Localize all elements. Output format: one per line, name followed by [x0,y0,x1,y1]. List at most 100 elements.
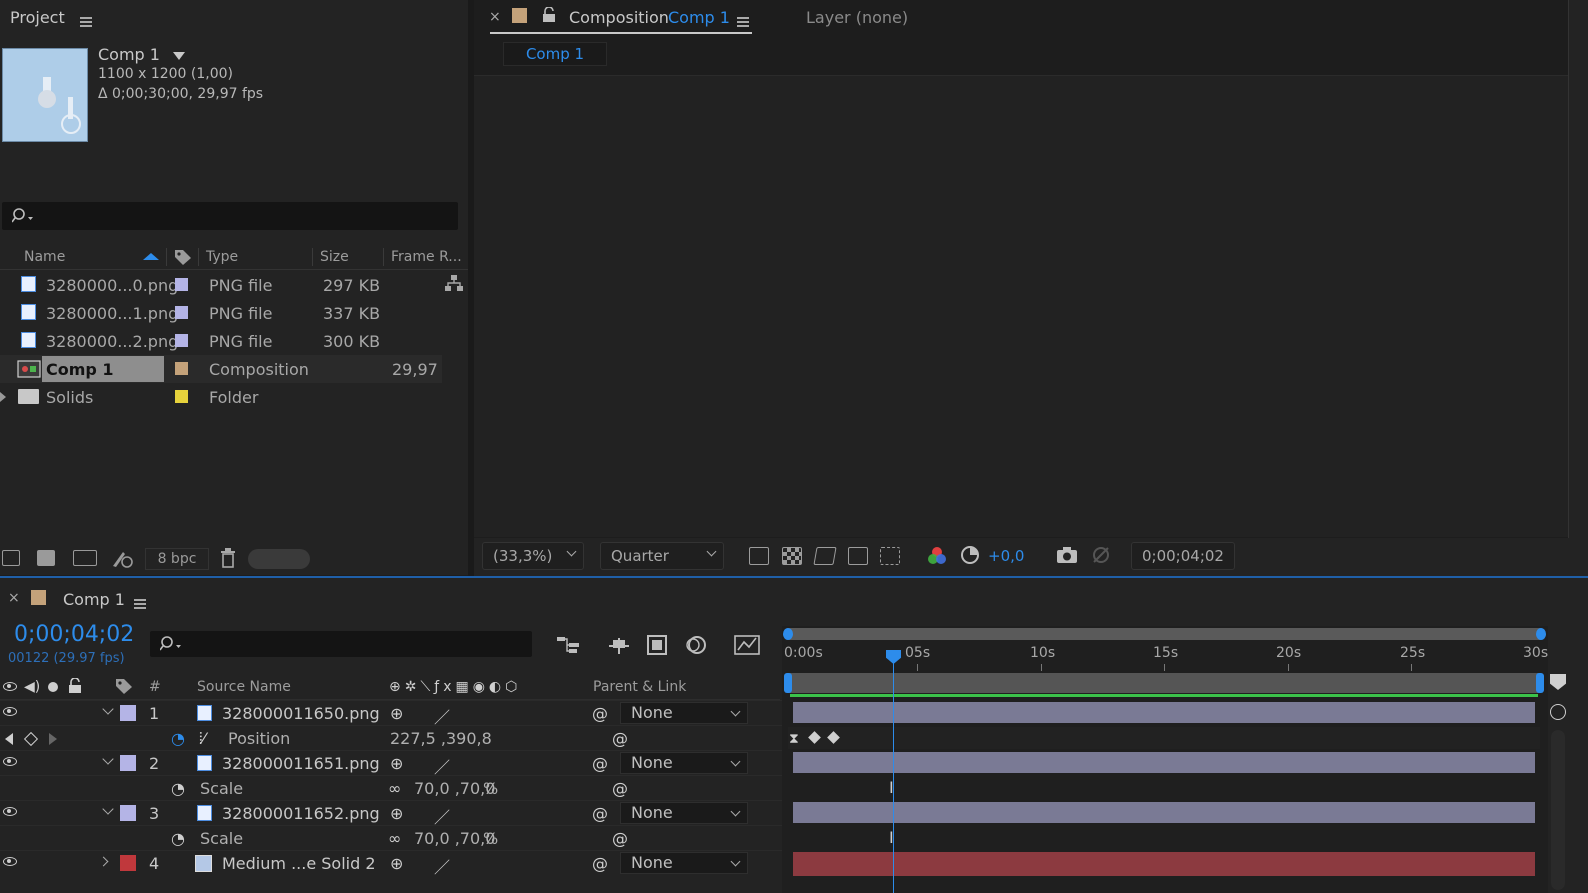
column-separator[interactable] [198,248,199,266]
snapshot-camera-icon[interactable] [1056,546,1078,564]
layer-duration-bar[interactable] [793,752,1535,773]
column-parent-link[interactable]: Parent & Link [593,679,686,695]
label-tag-icon[interactable] [173,248,193,266]
collapse-arrow-icon[interactable] [102,703,114,715]
close-icon[interactable]: × [8,590,20,606]
visibility-eye-icon[interactable] [3,807,17,816]
comp-breadcrumb[interactable]: Comp 1 [503,42,607,66]
navigator-end-handle[interactable] [1536,628,1546,640]
flowchart-icon[interactable] [445,274,463,294]
project-item-row-selected[interactable]: Comp 1 Composition 29,97 [0,355,442,383]
label-color-swatch[interactable] [175,362,188,375]
label-color-swatch[interactable] [175,306,188,319]
visibility-eye-icon[interactable] [3,707,17,716]
vertical-scrollbar[interactable] [1551,730,1565,890]
quality-switch-icon[interactable]: ／ [434,854,450,878]
layer-row[interactable]: 2 328000011651.png ⊕ ／ @ None [0,750,782,777]
region-of-interest-icon[interactable] [848,547,868,565]
column-separator[interactable] [166,248,167,266]
pickwhip-icon[interactable]: @ [592,704,608,723]
parent-dropdown[interactable]: None [620,702,748,724]
pickwhip-icon[interactable]: @ [592,754,608,773]
comp-marker-bin-icon[interactable] [1550,674,1566,690]
fast-previews-icon[interactable] [749,547,769,565]
motion-blur-icon[interactable] [684,634,708,656]
layer-name[interactable]: Medium ...e Solid 2 [222,854,376,873]
constrain-proportions-icon[interactable]: ∞ [388,779,401,798]
layer-label-color[interactable] [120,755,136,771]
shy-switch-icon[interactable]: ⊕ [390,804,403,823]
comp-info-dropdown-icon[interactable] [172,52,185,60]
column-size[interactable]: Size [320,249,349,265]
viewer-tab-label[interactable]: Composition [569,8,669,27]
layer-duration-bar[interactable] [793,802,1535,823]
mask-visibility-icon[interactable] [813,547,837,565]
project-menu-icon[interactable] [80,17,92,27]
parent-dropdown[interactable]: None [620,752,748,774]
viewer-tab-comp[interactable]: Comp 1 [668,8,730,27]
project-item-row[interactable]: 3280000...0.png PNG file 297 KB [0,271,442,299]
new-folder-icon[interactable] [37,550,55,566]
lock-icon[interactable] [68,678,82,694]
layer-row[interactable]: 1 328000011650.png ⊕ ／ @ None [0,700,782,727]
layer-duration-bar[interactable] [793,702,1535,723]
project-search-input[interactable] [2,202,458,230]
pickwhip-icon[interactable]: @ [612,779,628,798]
layer-name[interactable]: 328000011651.png [222,754,380,773]
pickwhip-icon[interactable]: @ [592,804,608,823]
sort-ascending-icon[interactable] [143,253,159,260]
playhead-line[interactable] [893,654,894,893]
trash-icon[interactable] [220,548,236,568]
column-name[interactable]: Name [24,249,65,265]
pickwhip-icon[interactable]: @ [592,854,608,873]
layer-name[interactable]: 328000011652.png [222,804,380,823]
column-number[interactable]: # [149,679,161,695]
stopwatch-icon[interactable]: ◔ [171,829,185,848]
reset-exposure-icon[interactable] [960,545,980,565]
project-settings-icon[interactable] [110,548,136,570]
pickwhip-icon[interactable]: @ [612,729,628,748]
close-icon[interactable]: × [489,9,501,25]
label-color-swatch[interactable] [175,278,188,291]
interpret-footage-icon[interactable] [2,550,20,566]
collapse-arrow-icon[interactable] [102,803,114,815]
work-area-bar[interactable] [788,673,1540,693]
composition-flowchart-icon[interactable] [556,634,582,656]
column-source-name[interactable]: Source Name [197,679,291,695]
label-color-swatch[interactable] [175,390,188,403]
label-color-swatch[interactable] [175,334,188,347]
property-value[interactable]: 227,5 ,390,8 [390,729,492,748]
show-snapshot-icon[interactable] [1090,545,1112,565]
layer-duration-bar[interactable] [793,852,1535,876]
comp-button-icon[interactable] [1550,704,1566,720]
shy-switch-icon[interactable]: ⊕ [390,704,403,723]
draft-3d-icon[interactable] [606,634,632,656]
label-tag-icon[interactable] [114,677,134,695]
visibility-eye-icon[interactable] [3,757,17,766]
stopwatch-icon[interactable]: ◔ [171,779,185,798]
next-keyframe-icon[interactable] [49,733,57,745]
current-time-indicator[interactable]: 0;00;04;02 [14,622,134,647]
project-item-row[interactable]: 3280000...1.png PNG file 337 KB [0,299,442,327]
collapse-arrow-icon[interactable] [102,753,114,765]
viewer-menu-icon[interactable] [737,17,749,27]
navigator-start-handle[interactable] [783,628,793,640]
layer-viewer-tab[interactable]: Layer (none) [806,8,908,27]
composition-canvas[interactable] [474,75,1568,537]
property-row[interactable]: ◔ Scale ∞ 70,0 ,70,0 % @ [0,825,782,850]
layer-label-color[interactable] [120,855,136,871]
video-visibility-icon[interactable] [3,682,17,691]
layer-row[interactable]: 4 Medium ...e Solid 2 ⊕ ／ @ None [0,850,782,878]
column-separator[interactable] [312,248,313,266]
visibility-eye-icon[interactable] [3,857,17,866]
timeline-tab[interactable]: Comp 1 [63,590,125,609]
switches-icons[interactable]: ⊕✲⟍ƒx▦◉◐⬡ [389,679,521,695]
layer-label-color[interactable] [120,705,136,721]
frame-blending-icon[interactable] [646,634,668,656]
parent-dropdown[interactable]: None [620,802,748,824]
shy-switch-icon[interactable]: ⊕ [390,854,403,873]
expand-arrow-icon[interactable] [98,856,109,867]
work-area-end-handle[interactable] [1536,673,1544,693]
pickwhip-icon[interactable]: @ [612,829,628,848]
timeline-menu-icon[interactable] [134,599,146,609]
